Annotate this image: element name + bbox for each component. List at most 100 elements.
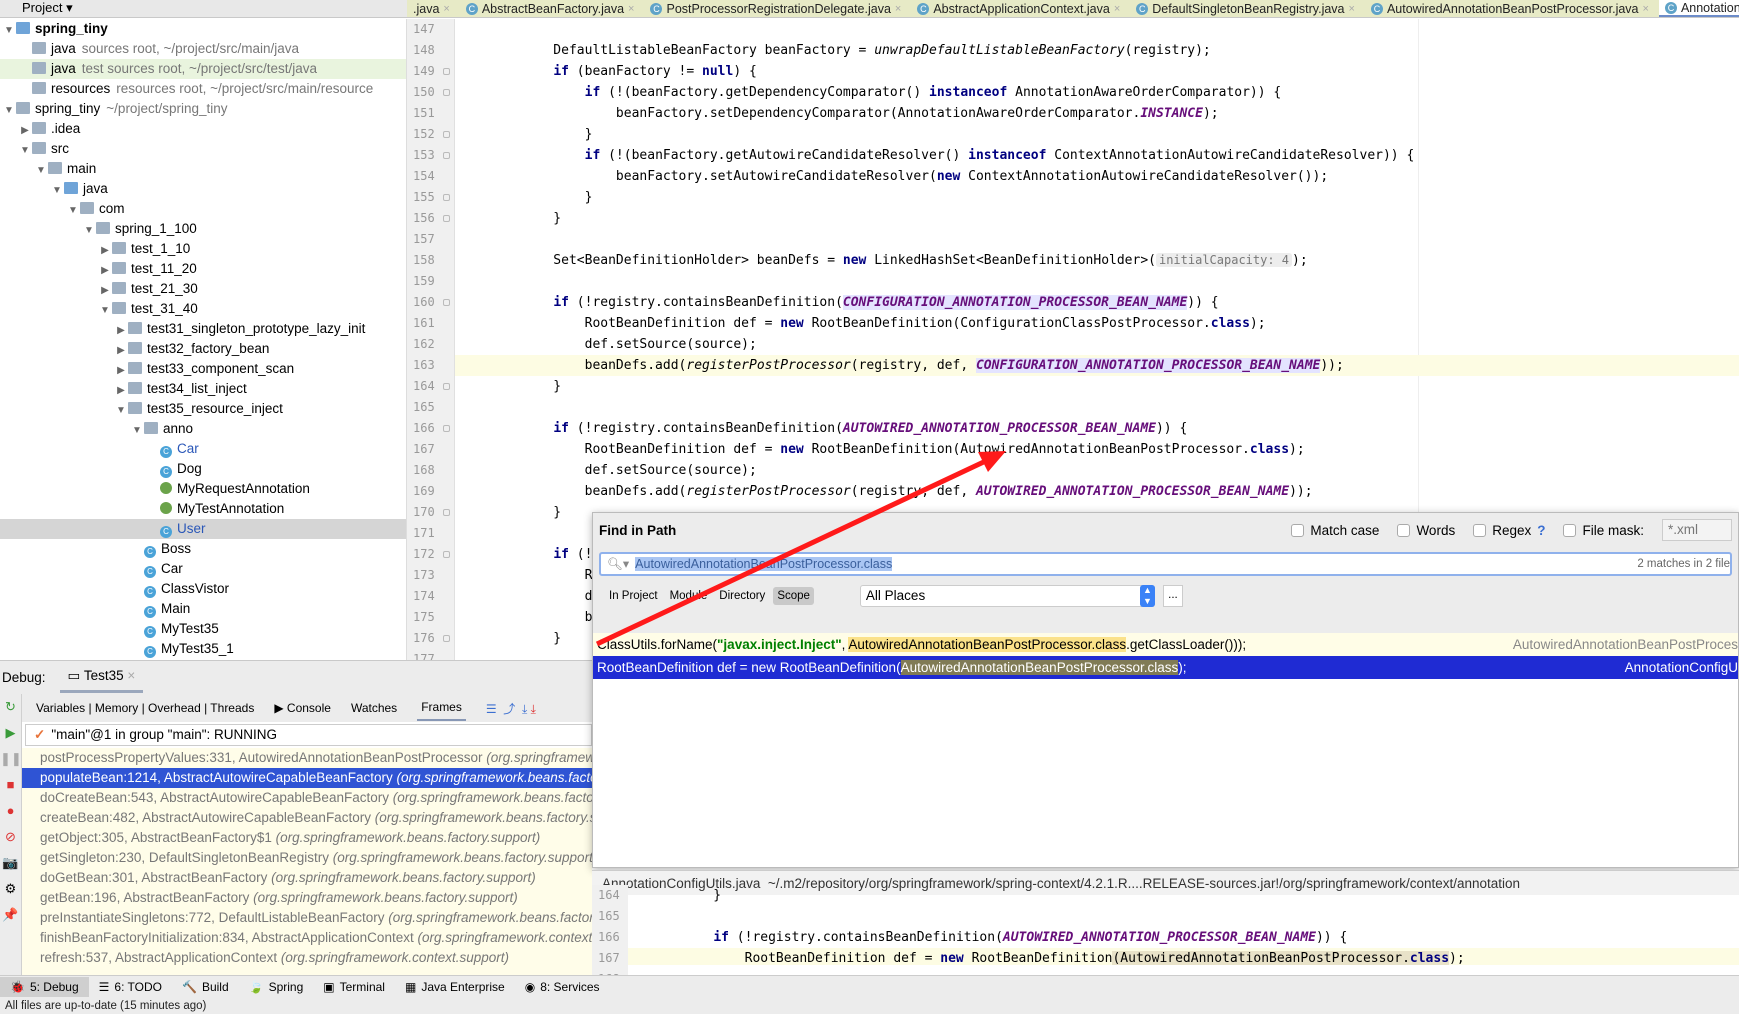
close-tab-icon[interactable]: × bbox=[1643, 1, 1649, 17]
tab-console[interactable]: ▶ Console bbox=[274, 701, 331, 715]
thread-selector[interactable]: ✓ "main"@1 in group "main": RUNNING bbox=[25, 724, 592, 746]
collapsed-arrow-icon[interactable]: ▶ bbox=[98, 281, 112, 301]
tool-window-button[interactable]: ☰ 6: TODO bbox=[89, 977, 172, 997]
tree-item[interactable]: C Car bbox=[0, 559, 406, 579]
pin-icon[interactable]: 📌 bbox=[0, 902, 21, 928]
result-row[interactable]: ClassUtils.forName("javax.inject.Inject"… bbox=[593, 633, 1738, 656]
tree-item[interactable]: ▶ test33_component_scan bbox=[0, 359, 406, 379]
stack-frame[interactable]: postProcessPropertyValues:331, Autowired… bbox=[22, 748, 592, 768]
fold-marker-icon[interactable] bbox=[443, 68, 450, 75]
tool-window-button[interactable]: ◉ 8: Services bbox=[515, 977, 610, 997]
settings-icon[interactable]: ⚙ bbox=[0, 876, 21, 902]
tree-item[interactable]: C MyTest35 bbox=[0, 619, 406, 639]
tree-item[interactable]: C Car bbox=[0, 439, 406, 459]
tree-item[interactable]: ▶ test32_factory_bean bbox=[0, 339, 406, 359]
step-icons[interactable]: ☰ ⤴ ⤓ ⤓ bbox=[486, 700, 536, 717]
regex-checkbox[interactable]: Regex? bbox=[1473, 523, 1545, 538]
fold-marker-icon[interactable] bbox=[443, 89, 450, 96]
tree-item[interactable]: C Boss bbox=[0, 539, 406, 559]
tree-item[interactable]: C Main bbox=[0, 599, 406, 619]
expanded-arrow-icon[interactable]: ▼ bbox=[2, 21, 16, 41]
search-input[interactable]: 🔍︎▾ AutowiredAnnotationBeanPostProcessor… bbox=[599, 552, 1732, 576]
fold-marker-icon[interactable] bbox=[443, 551, 450, 558]
stack-frame[interactable]: getObject:305, AbstractBeanFactory$1 (or… bbox=[22, 828, 592, 848]
tree-item[interactable]: ▼ spring_1_100 bbox=[0, 219, 406, 239]
tree-item[interactable]: ▶ test_11_20 bbox=[0, 259, 406, 279]
fold-marker-icon[interactable] bbox=[443, 215, 450, 222]
editor-tab[interactable]: .java × bbox=[407, 0, 460, 17]
tree-item[interactable]: ▼ test35_resource_inject bbox=[0, 399, 406, 419]
stack-frame[interactable]: populateBean:1214, AbstractAutowireCapab… bbox=[22, 768, 592, 788]
regex-help-link[interactable]: ? bbox=[1537, 523, 1545, 538]
collapsed-arrow-icon[interactable]: ▶ bbox=[98, 261, 112, 281]
tree-item[interactable]: ▼ spring_tiny bbox=[0, 19, 406, 39]
fold-marker-icon[interactable] bbox=[443, 383, 450, 390]
collapsed-arrow-icon[interactable]: ▶ bbox=[114, 381, 128, 401]
editor-tab[interactable]: C PostProcessorRegistrationDelegate.java × bbox=[644, 0, 911, 17]
tool-window-button[interactable]: 🍃 Spring bbox=[239, 977, 314, 997]
editor-tab[interactable]: C DefaultSingletonBeanRegistry.java × bbox=[1130, 0, 1365, 17]
editor-tab[interactable]: C AutowiredAnnotationBeanPostProcessor.ja… bbox=[1365, 0, 1659, 17]
tree-item[interactable]: C MyTest35_1 bbox=[0, 639, 406, 659]
expanded-arrow-icon[interactable]: ▼ bbox=[98, 301, 112, 321]
fold-marker-icon[interactable] bbox=[443, 131, 450, 138]
words-checkbox[interactable]: Words bbox=[1397, 523, 1455, 538]
stack-frame[interactable]: createBean:482, AbstractAutowireCapableB… bbox=[22, 808, 592, 828]
tree-item[interactable]: MyRequestAnnotation bbox=[0, 479, 406, 499]
stack-frame[interactable]: preInstantiateSingletons:772, DefaultLis… bbox=[22, 908, 592, 928]
expanded-arrow-icon[interactable]: ▼ bbox=[66, 201, 80, 221]
close-tab-icon[interactable]: × bbox=[628, 1, 634, 17]
scope-option[interactable]: Module bbox=[666, 587, 712, 605]
editor-tab[interactable]: CAnnotationC bbox=[1658, 0, 1739, 17]
collapsed-arrow-icon[interactable]: ▶ bbox=[98, 241, 112, 261]
stack-frame[interactable]: refresh:537, AbstractApplicationContext … bbox=[22, 948, 592, 968]
tree-item[interactable]: ▼ spring_tiny ~/project/spring_tiny bbox=[0, 99, 406, 119]
expanded-arrow-icon[interactable]: ▼ bbox=[114, 401, 128, 421]
tree-item[interactable]: ▼ anno bbox=[0, 419, 406, 439]
expanded-arrow-icon[interactable]: ▼ bbox=[2, 101, 16, 121]
fold-marker-icon[interactable] bbox=[443, 425, 450, 432]
expanded-arrow-icon[interactable]: ▼ bbox=[34, 161, 48, 181]
more-button[interactable]: ... bbox=[1162, 585, 1183, 607]
resume-icon[interactable]: ▶ bbox=[0, 720, 21, 746]
tab-frames[interactable]: Frames bbox=[417, 695, 466, 721]
file-mask-input[interactable]: *.xml bbox=[1662, 519, 1732, 541]
close-tab-icon[interactable]: × bbox=[443, 1, 449, 17]
tree-item[interactable]: ▼ java bbox=[0, 179, 406, 199]
collapsed-arrow-icon[interactable]: ▶ bbox=[114, 341, 128, 361]
expanded-arrow-icon[interactable]: ▼ bbox=[18, 141, 32, 161]
match-case-checkbox[interactable]: Match case bbox=[1291, 523, 1379, 538]
tree-item[interactable]: C Dog bbox=[0, 459, 406, 479]
tree-item[interactable]: resources resources root, ~/project/src/m… bbox=[0, 79, 406, 99]
pause-icon[interactable]: ❚❚ bbox=[0, 746, 22, 772]
editor-tab[interactable]: C AbstractApplicationContext.java × bbox=[911, 0, 1130, 17]
result-row-selected[interactable]: RootBeanDefinition def = new RootBeanDef… bbox=[593, 656, 1738, 679]
tree-item[interactable]: ▶ test31_singleton_prototype_lazy_init bbox=[0, 319, 406, 339]
collapsed-arrow-icon[interactable]: ▶ bbox=[114, 321, 128, 341]
close-tab-icon[interactable]: × bbox=[1349, 1, 1355, 17]
scope-option[interactable]: Scope bbox=[773, 587, 814, 605]
tree-item[interactable]: C ClassVistor bbox=[0, 579, 406, 599]
scope-option[interactable]: Directory bbox=[715, 587, 769, 605]
stack-frame[interactable]: doGetBean:301, AbstractBeanFactory (org.… bbox=[22, 868, 592, 888]
tree-item[interactable]: ▼ com bbox=[0, 199, 406, 219]
tree-item[interactable]: ▼ main bbox=[0, 159, 406, 179]
tree-item[interactable]: ▶ .idea bbox=[0, 119, 406, 139]
view-breakpoints-icon[interactable]: ● bbox=[0, 798, 21, 824]
scope-select[interactable]: All Places ▲ ▼ bbox=[859, 585, 1155, 607]
project-panel-header[interactable]: Project ▾ bbox=[0, 0, 407, 18]
tab-variables[interactable]: Variables | Memory | Overhead | Threads bbox=[36, 701, 254, 715]
tree-item[interactable]: C User bbox=[0, 519, 406, 539]
tab-watches[interactable]: Watches bbox=[351, 701, 397, 715]
collapsed-arrow-icon[interactable]: ▶ bbox=[18, 121, 32, 141]
fold-marker-icon[interactable] bbox=[443, 509, 450, 516]
close-icon[interactable]: × bbox=[127, 668, 135, 683]
rerun-icon[interactable]: ↻ bbox=[0, 694, 21, 720]
camera-icon[interactable]: 📷 bbox=[0, 850, 21, 876]
tree-item[interactable]: java test sources root, ~/project/src/tes… bbox=[0, 59, 406, 79]
expanded-arrow-icon[interactable]: ▼ bbox=[50, 181, 64, 201]
stack-frame[interactable]: doCreateBean:543, AbstractAutowireCapabl… bbox=[22, 788, 592, 808]
tree-item[interactable]: ▼ src bbox=[0, 139, 406, 159]
expanded-arrow-icon[interactable]: ▼ bbox=[130, 421, 144, 441]
stop-icon[interactable]: ■ bbox=[0, 772, 21, 798]
